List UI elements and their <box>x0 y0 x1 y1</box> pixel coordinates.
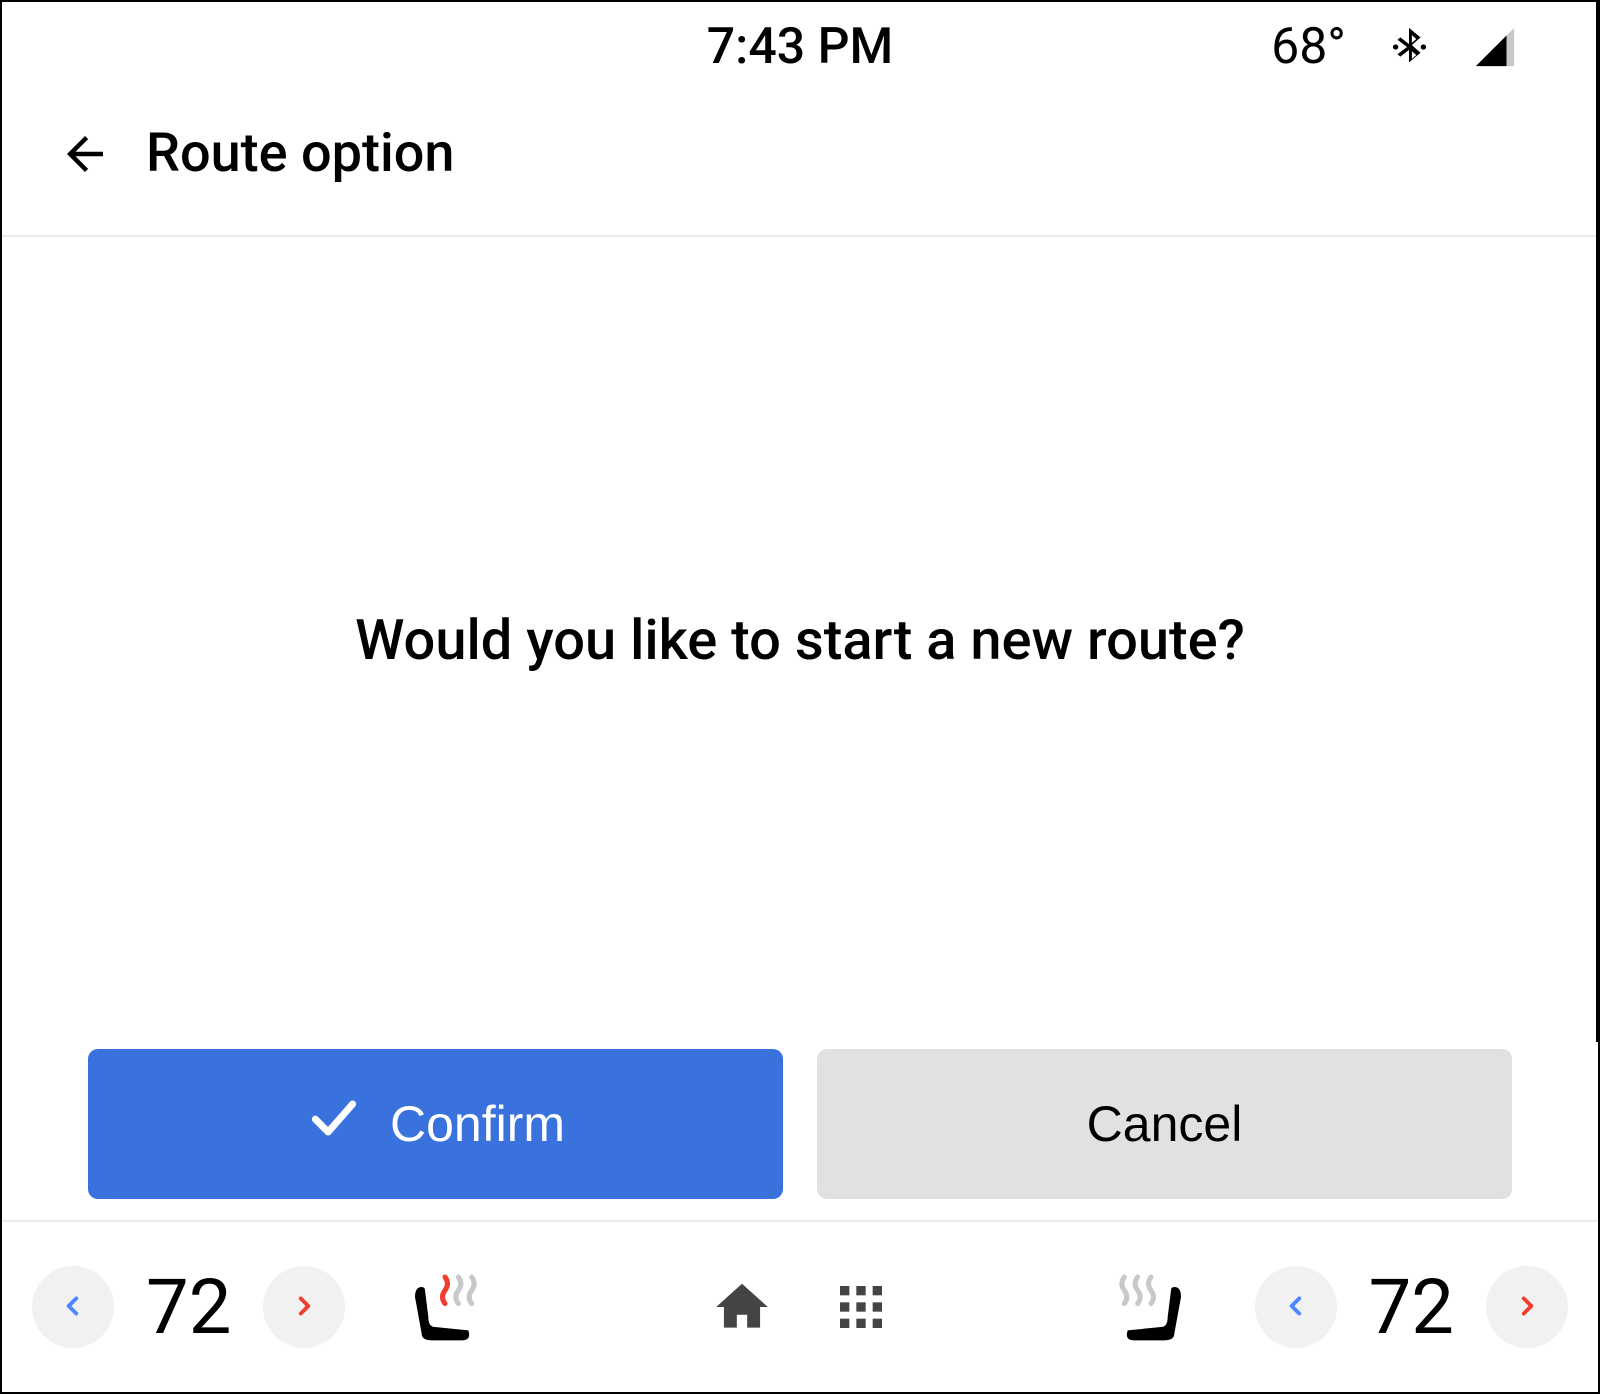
chevron-left-icon <box>60 1293 86 1322</box>
dialog-button-row: Confirm Cancel <box>2 1049 1598 1199</box>
status-time: 7:43 PM <box>707 18 894 76</box>
cancel-button[interactable]: Cancel <box>817 1049 1512 1199</box>
seat-heat-right-icon <box>1111 1267 1191 1347</box>
header-divider <box>2 235 1598 237</box>
chevron-right-icon <box>291 1293 317 1322</box>
left-seat-heat-button[interactable] <box>405 1267 485 1347</box>
left-temp-control: 72 <box>32 1262 345 1352</box>
climate-bar: 72 <box>2 1220 1598 1392</box>
home-button[interactable] <box>711 1276 773 1338</box>
right-seat-heat-button[interactable] <box>1111 1267 1191 1347</box>
check-icon <box>306 1090 362 1158</box>
seat-heat-left-icon <box>405 1267 485 1347</box>
cellular-signal-icon <box>1472 24 1518 70</box>
confirm-button[interactable]: Confirm <box>88 1049 783 1199</box>
arrow-left-icon <box>58 127 112 181</box>
left-temp-up-button[interactable] <box>263 1266 345 1348</box>
chevron-right-icon <box>1514 1293 1540 1322</box>
chevron-left-icon <box>1283 1293 1309 1322</box>
status-right-cluster: 68° <box>1271 18 1518 76</box>
right-temp-down-button[interactable] <box>1255 1266 1337 1348</box>
status-bar: 7:43 PM 68° <box>2 2 1598 92</box>
outside-temperature: 68° <box>1271 18 1346 76</box>
left-temp-down-button[interactable] <box>32 1266 114 1348</box>
home-icon <box>711 1276 773 1338</box>
page-header: Route option <box>2 92 1598 235</box>
cancel-button-label: Cancel <box>1087 1095 1243 1153</box>
center-nav-icons <box>711 1276 889 1338</box>
right-climate-cluster: 72 <box>1111 1262 1568 1352</box>
right-temp-value[interactable]: 72 <box>1351 1262 1472 1352</box>
right-temp-up-button[interactable] <box>1486 1266 1568 1348</box>
route-prompt-text: Would you like to start a new route? <box>2 607 1598 673</box>
page-title: Route option <box>146 122 454 185</box>
left-temp-value[interactable]: 72 <box>128 1262 249 1352</box>
apps-grid-icon <box>833 1279 889 1335</box>
confirm-button-label: Confirm <box>390 1095 565 1153</box>
bluetooth-icon <box>1386 24 1432 70</box>
back-button[interactable] <box>58 127 112 181</box>
apps-grid-button[interactable] <box>833 1279 889 1335</box>
